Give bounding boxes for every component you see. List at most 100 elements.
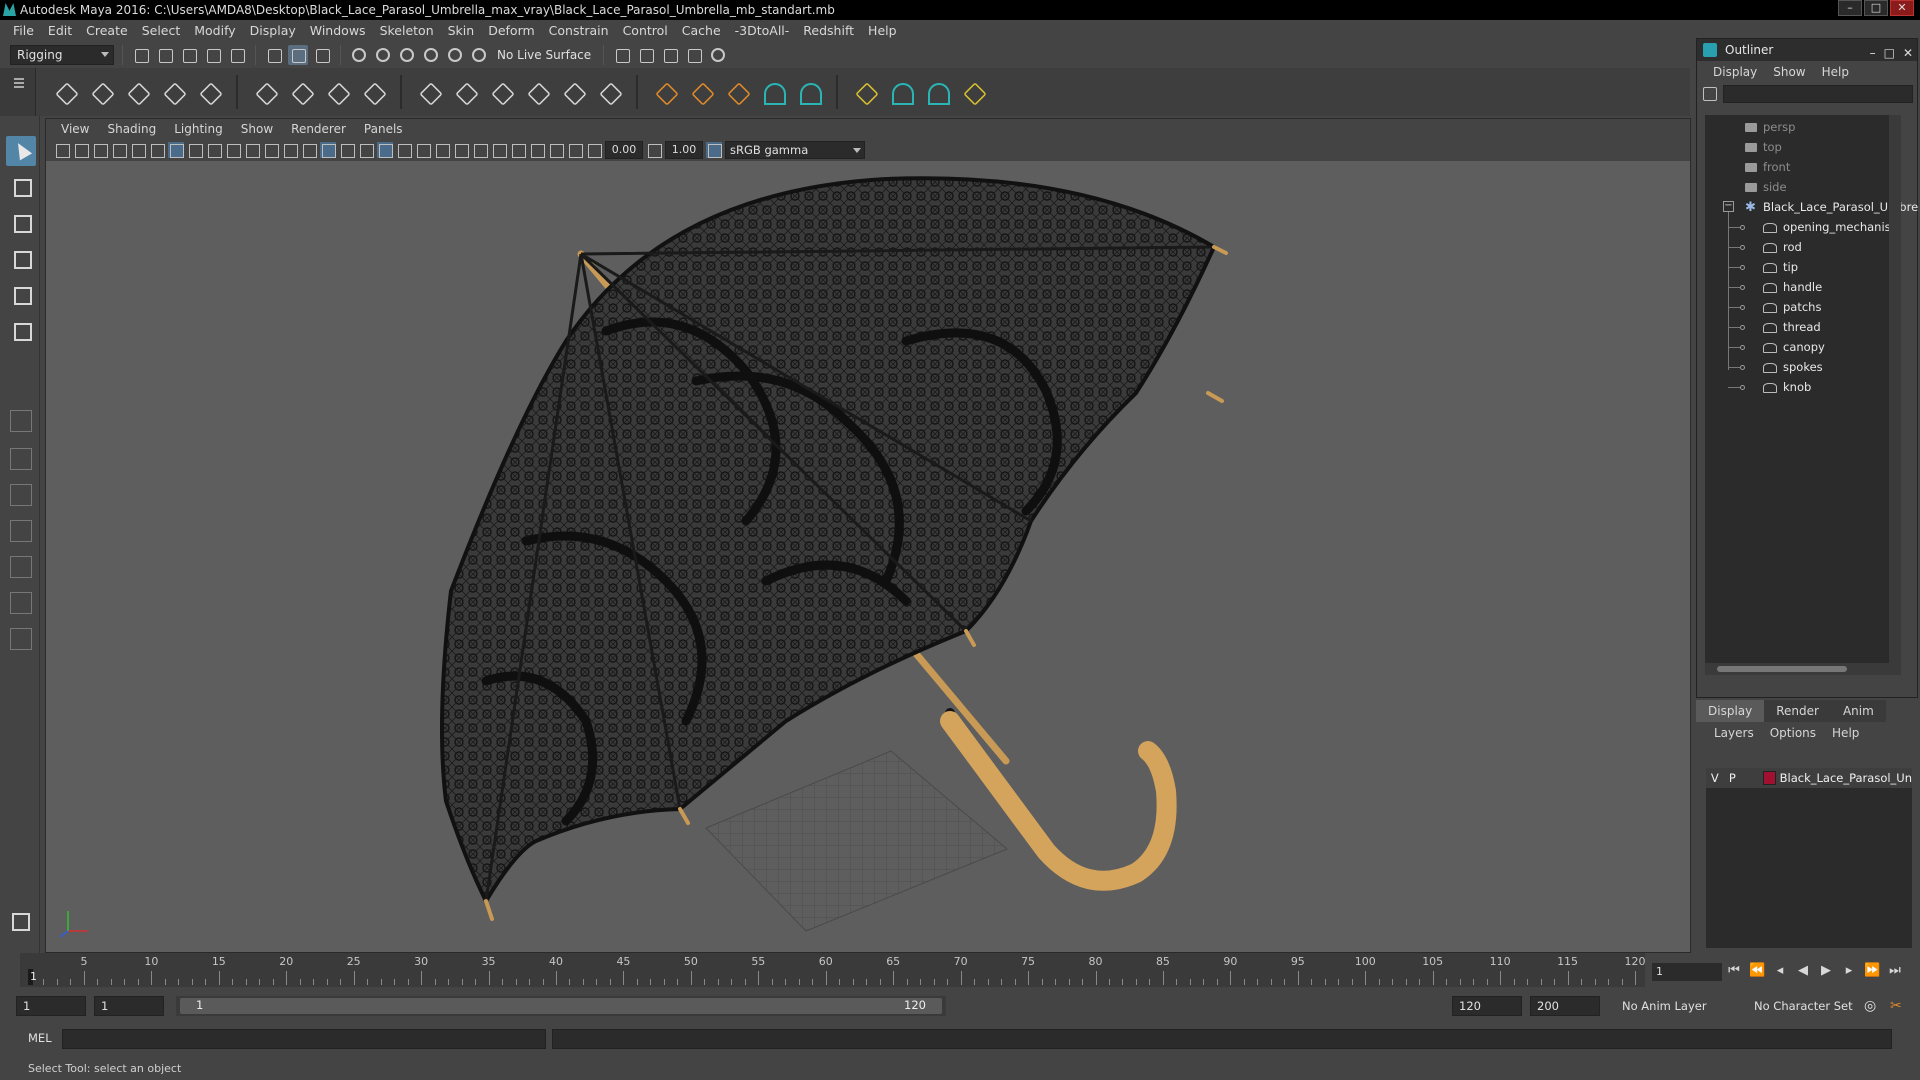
- menu-deform[interactable]: Deform: [481, 20, 541, 42]
- rotate-tool-icon[interactable]: [6, 280, 36, 310]
- panel-menu-panels[interactable]: Panels: [355, 122, 412, 136]
- panel-menu-show[interactable]: Show: [232, 122, 282, 136]
- shelf-tabs-icon[interactable]: [0, 68, 36, 116]
- 3d-scene[interactable]: persp: [46, 161, 1690, 952]
- snap-point-icon[interactable]: [397, 45, 417, 65]
- outliner-menu-display[interactable]: Display: [1705, 65, 1765, 79]
- more-layouts-icon[interactable]: [10, 628, 32, 650]
- render-frame-icon[interactable]: [636, 45, 656, 65]
- time-slider[interactable]: 1510152025303540455055606570758085909510…: [20, 953, 1646, 987]
- close-icon[interactable]: ✕: [1890, 0, 1914, 16]
- gamma-icon[interactable]: [646, 142, 662, 158]
- xray-joints-icon[interactable]: [567, 142, 583, 158]
- outliner-item-mesh[interactable]: rod: [1763, 237, 1802, 257]
- two-d-pan-icon[interactable]: [130, 142, 146, 158]
- menu-create[interactable]: Create: [79, 20, 135, 42]
- step-forward-frame-icon[interactable]: ▸: [1841, 962, 1857, 980]
- wireframe-on-shaded-icon[interactable]: [339, 142, 355, 158]
- outliner-item-mesh[interactable]: thread: [1763, 317, 1821, 337]
- grease-pencil-icon[interactable]: [149, 142, 165, 158]
- collapse-icon[interactable]: −: [1723, 201, 1734, 212]
- command-language-label[interactable]: MEL: [28, 1031, 52, 1045]
- layer-menu-layers[interactable]: Layers: [1706, 726, 1762, 740]
- xray-icon[interactable]: [529, 142, 545, 158]
- wrap-icon[interactable]: [450, 77, 480, 107]
- go-to-start-icon[interactable]: ⏮: [1726, 962, 1742, 980]
- view-transform-dropdown[interactable]: sRGB gamma: [725, 141, 865, 159]
- exposure-field[interactable]: 0.00: [605, 141, 643, 159]
- lattice-icon[interactable]: [322, 77, 352, 107]
- outliner-item-mesh[interactable]: opening_mechanism: [1763, 217, 1902, 237]
- select-hierarchy-icon[interactable]: [264, 45, 284, 65]
- select-component-icon[interactable]: [312, 45, 332, 65]
- close-icon[interactable]: ✕: [1903, 42, 1913, 64]
- point-constraint-icon[interactable]: [650, 77, 680, 107]
- orient-constraint-icon[interactable]: [722, 77, 752, 107]
- outliner-list[interactable]: persp top front side − Black_Lace_Paraso…: [1705, 115, 1918, 675]
- layer-color-swatch[interactable]: [1763, 771, 1776, 785]
- panel-menu-view[interactable]: View: [52, 122, 98, 136]
- menu-3dtoall[interactable]: -3DtoAll-: [728, 20, 797, 42]
- outliner-item-mesh[interactable]: knob: [1763, 377, 1811, 397]
- paint-select-tool-icon[interactable]: [6, 208, 36, 238]
- minimize-icon[interactable]: –: [1870, 42, 1876, 64]
- image-plane-icon[interactable]: [111, 142, 127, 158]
- range-slider-bar[interactable]: [180, 998, 942, 1014]
- menu-set-dropdown[interactable]: Rigging: [10, 45, 114, 65]
- ik-spline-icon[interactable]: [122, 77, 152, 107]
- open-scene-icon[interactable]: [155, 45, 175, 65]
- quick-rig-icon[interactable]: [886, 77, 916, 107]
- playback-start-field[interactable]: 1: [94, 996, 164, 1016]
- humanik-icon[interactable]: [922, 77, 952, 107]
- outliner-item-camera[interactable]: side: [1745, 177, 1787, 197]
- animation-start-field[interactable]: 1: [16, 996, 86, 1016]
- menu-redshift[interactable]: Redshift: [796, 20, 861, 42]
- tab-anim[interactable]: Anim: [1830, 700, 1886, 722]
- film-gate-icon[interactable]: [187, 142, 203, 158]
- sculpt-icon[interactable]: [522, 77, 552, 107]
- select-camera-icon[interactable]: [54, 142, 70, 158]
- paint-weights-icon[interactable]: [286, 77, 316, 107]
- menu-skin[interactable]: Skin: [441, 20, 482, 42]
- default-material-icon[interactable]: [358, 142, 374, 158]
- bind-skin-icon[interactable]: [250, 77, 280, 107]
- minimize-icon[interactable]: –: [1838, 0, 1862, 16]
- snap-view-plane-icon[interactable]: [445, 45, 465, 65]
- custom-layout-icon[interactable]: [10, 592, 32, 614]
- depth-of-field-icon[interactable]: [491, 142, 507, 158]
- select-tool-icon[interactable]: [6, 136, 36, 166]
- menu-help[interactable]: Help: [861, 20, 904, 42]
- step-back-key-icon[interactable]: ⏪: [1749, 962, 1765, 980]
- lasso-tool-icon[interactable]: [6, 172, 36, 202]
- menu-cache[interactable]: Cache: [675, 20, 728, 42]
- redo-icon[interactable]: [227, 45, 247, 65]
- auto-key-icon[interactable]: ◎: [1864, 996, 1876, 1016]
- layer-row[interactable]: V P Black_Lace_Parasol_Un: [1706, 768, 1912, 788]
- outliner-item-mesh[interactable]: spokes: [1763, 357, 1823, 377]
- color-management-icon[interactable]: [706, 142, 722, 158]
- new-scene-icon[interactable]: [131, 45, 151, 65]
- nonlinear-icon[interactable]: [558, 77, 588, 107]
- isolate-select-icon[interactable]: [510, 142, 526, 158]
- animation-preferences-icon[interactable]: ✂: [1890, 996, 1902, 1016]
- panel-menu-renderer[interactable]: Renderer: [282, 122, 355, 136]
- outliner-item-mesh[interactable]: handle: [1763, 277, 1822, 297]
- resolution-gate-icon[interactable]: [206, 142, 222, 158]
- persp-outliner-layout-icon[interactable]: [10, 484, 32, 506]
- maximize-icon[interactable]: □: [1884, 42, 1895, 64]
- command-input[interactable]: [62, 1029, 546, 1049]
- panel-menu-shading[interactable]: Shading: [98, 122, 165, 136]
- wireframe-icon[interactable]: [301, 142, 317, 158]
- tab-render[interactable]: Render: [1764, 700, 1831, 722]
- snap-grid-icon[interactable]: [349, 45, 369, 65]
- hypershade-layout-icon[interactable]: [10, 556, 32, 578]
- playback-end-field[interactable]: 120: [1452, 996, 1522, 1016]
- single-view-layout-icon[interactable]: [10, 410, 32, 432]
- pole-vector-icon[interactable]: [958, 77, 988, 107]
- grid-icon[interactable]: [168, 142, 184, 158]
- gamma-field[interactable]: 1.00: [665, 141, 703, 159]
- current-frame-field[interactable]: 1: [1652, 963, 1722, 981]
- outliner-item-mesh[interactable]: tip: [1763, 257, 1798, 277]
- layer-menu-help[interactable]: Help: [1824, 726, 1867, 740]
- step-forward-key-icon[interactable]: ⏩: [1864, 962, 1880, 980]
